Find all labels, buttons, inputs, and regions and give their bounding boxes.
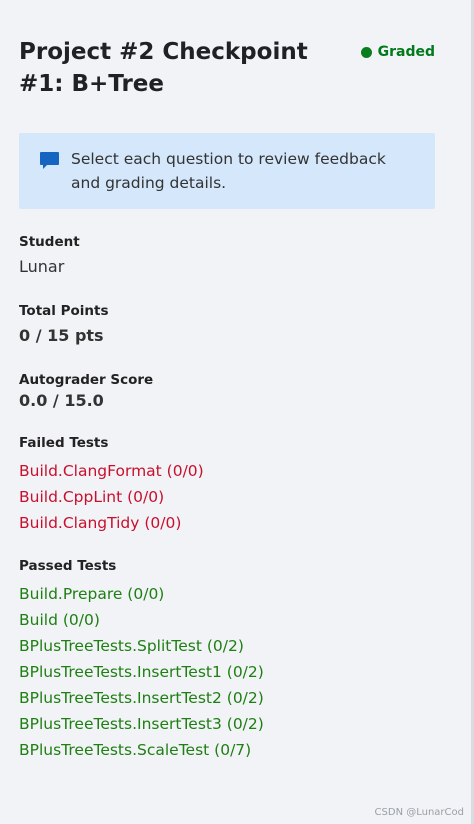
autograder-label: Autograder Score: [19, 372, 154, 388]
status-label: Graded: [377, 44, 435, 60]
passed-test-link[interactable]: Build (0/0): [19, 607, 439, 633]
passed-test-link[interactable]: Build.Prepare (0/0): [19, 581, 439, 607]
failed-tests-label: Failed Tests: [19, 435, 109, 451]
passed-tests-label: Passed Tests: [19, 558, 117, 574]
notice-text: Select each question to review feedback …: [71, 150, 386, 192]
student-name: Lunar: [19, 257, 65, 276]
header: Project #2 Checkpoint #1: B+Tree Graded: [19, 36, 439, 100]
failed-test-link[interactable]: Build.ClangTidy (0/0): [19, 510, 439, 536]
autograder-score: 0.0 / 15.0: [19, 391, 104, 410]
passed-test-link[interactable]: BPlusTreeTests.InsertTest2 (0/2): [19, 685, 439, 711]
passed-tests-section: Passed Tests Build.Prepare (0/0) Build (…: [19, 557, 439, 763]
failed-test-link[interactable]: Build.ClangFormat (0/0): [19, 458, 439, 484]
total-points-section: Total Points 0 / 15 pts: [19, 302, 439, 348]
passed-test-link[interactable]: BPlusTreeTests.ScaleTest (0/7): [19, 737, 439, 763]
page-title: Project #2 Checkpoint #1: B+Tree: [19, 39, 308, 97]
passed-test-link[interactable]: BPlusTreeTests.InsertTest1 (0/2): [19, 659, 439, 685]
passed-test-link[interactable]: BPlusTreeTests.SplitTest (0/2): [19, 633, 439, 659]
failed-tests-list: Build.ClangFormat (0/0) Build.CppLint (0…: [19, 458, 439, 536]
passed-tests-list: Build.Prepare (0/0) Build (0/0) BPlusTre…: [19, 581, 439, 763]
autograder-section: Autograder Score 0.0 / 15.0: [19, 371, 439, 413]
submission-panel: Project #2 Checkpoint #1: B+Tree Graded …: [0, 0, 474, 824]
total-points-label: Total Points: [19, 303, 109, 319]
total-points-value: 0 / 15 pts: [19, 326, 104, 345]
failed-test-link[interactable]: Build.CppLint (0/0): [19, 484, 439, 510]
status-dot-icon: [360, 46, 372, 58]
comment-icon: [39, 151, 60, 175]
failed-tests-section: Failed Tests Build.ClangFormat (0/0) Bui…: [19, 434, 439, 536]
info-notice: Select each question to review feedback …: [19, 133, 435, 209]
student-section: Student Lunar: [19, 233, 439, 279]
student-label: Student: [19, 234, 80, 250]
status-badge: Graded: [360, 44, 435, 60]
passed-test-link[interactable]: BPlusTreeTests.InsertTest3 (0/2): [19, 711, 439, 737]
watermark: CSDN @LunarCod: [374, 807, 464, 818]
